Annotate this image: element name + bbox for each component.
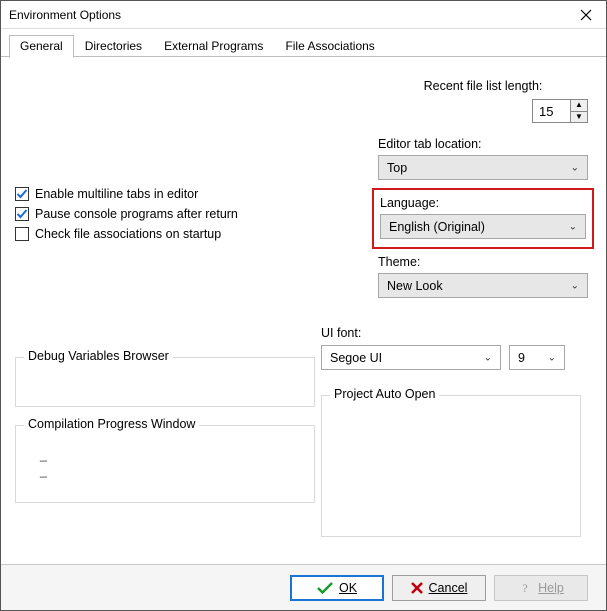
group-auto-legend: Project Auto Open	[330, 387, 439, 401]
title-bar: Environment Options	[1, 1, 606, 29]
spinner-up[interactable]: ▲	[571, 100, 587, 111]
tab-external-programs[interactable]: External Programs	[153, 35, 274, 57]
tab-panel-general: Recent file list length: 15 ▲ ▼ Editor t…	[1, 57, 606, 564]
chevron-down-icon: ⌄	[571, 162, 579, 173]
chevron-down-icon: ⌄	[548, 352, 556, 363]
ok-button[interactable]: OK	[290, 575, 384, 601]
ui-font-family-combo[interactable]: Segoe UI ⌄	[321, 345, 501, 370]
ui-font-family-value: Segoe UI	[330, 351, 382, 365]
left-column: Enable multiline tabs in editor Pause co…	[15, 187, 315, 247]
compile-item-1: _	[40, 448, 304, 462]
cancel-button[interactable]: Cancel	[392, 575, 486, 601]
button-bar: OK Cancel ? Help	[1, 564, 606, 610]
recent-file-spinner[interactable]: 15 ▲ ▼	[532, 99, 588, 123]
check-multiline-label: Enable multiline tabs in editor	[35, 187, 198, 201]
right-column: Recent file list length: 15 ▲ ▼ Editor t…	[378, 79, 588, 308]
check-assoc-box[interactable]	[15, 227, 29, 241]
help-label: Help	[538, 581, 564, 595]
window-title: Environment Options	[9, 8, 566, 22]
help-button[interactable]: ? Help	[494, 575, 588, 601]
chevron-down-icon: ⌄	[571, 280, 579, 291]
tab-strip: General Directories External Programs Fi…	[1, 29, 606, 57]
svg-text:?: ?	[522, 581, 527, 595]
check-multiline-box[interactable]	[15, 187, 29, 201]
chevron-down-icon: ⌄	[484, 352, 492, 363]
spinner-buttons: ▲ ▼	[570, 99, 588, 123]
language-highlight: Language: English (Original) ⌄	[372, 188, 594, 249]
ui-font-row: Segoe UI ⌄ 9 ⌄	[321, 345, 565, 370]
check-assoc-label: Check file associations on startup	[35, 227, 221, 241]
check-icon	[317, 582, 333, 594]
cancel-label: Cancel	[429, 581, 468, 595]
ui-font-size-combo[interactable]: 9 ⌄	[509, 345, 565, 370]
help-icon: ?	[518, 581, 532, 595]
check-pause-row[interactable]: Pause console programs after return	[15, 207, 315, 221]
x-icon	[411, 582, 423, 594]
language-combo[interactable]: English (Original) ⌄	[380, 214, 586, 239]
ui-font-size-value: 9	[518, 351, 525, 365]
tab-directories[interactable]: Directories	[74, 35, 153, 57]
editor-tab-value: Top	[387, 161, 407, 175]
theme-value: New Look	[387, 279, 443, 293]
close-button[interactable]	[566, 2, 606, 28]
language-label: Language:	[380, 196, 586, 210]
recent-file-label: Recent file list length:	[378, 79, 588, 93]
group-auto-open: Project Auto Open	[321, 395, 581, 537]
check-assoc-row[interactable]: Check file associations on startup	[15, 227, 315, 241]
spinner-down[interactable]: ▼	[571, 111, 587, 123]
compile-item-2: _	[40, 464, 304, 478]
tab-general[interactable]: General	[9, 35, 74, 58]
close-icon	[580, 9, 592, 21]
chevron-down-icon: ⌄	[569, 221, 577, 232]
ok-label: OK	[339, 581, 357, 595]
ui-font-label: UI font:	[321, 326, 361, 340]
check-multiline-row[interactable]: Enable multiline tabs in editor	[15, 187, 315, 201]
group-compile-legend: Compilation Progress Window	[24, 417, 199, 431]
group-debug-vars: Debug Variables Browser	[15, 357, 315, 407]
group-compile-progress: Compilation Progress Window _ _	[15, 425, 315, 503]
language-value: English (Original)	[389, 220, 485, 234]
editor-tab-combo[interactable]: Top ⌄	[378, 155, 588, 180]
theme-label: Theme:	[378, 255, 588, 269]
editor-tab-label: Editor tab location:	[378, 137, 588, 151]
check-pause-label: Pause console programs after return	[35, 207, 238, 221]
left-groupboxes: Debug Variables Browser Compilation Prog…	[15, 357, 315, 521]
tab-file-associations[interactable]: File Associations	[274, 35, 385, 57]
group-auto-open-wrap: Project Auto Open	[321, 395, 581, 537]
group-debug-legend: Debug Variables Browser	[24, 349, 173, 363]
theme-combo[interactable]: New Look ⌄	[378, 273, 588, 298]
check-pause-box[interactable]	[15, 207, 29, 221]
recent-file-value[interactable]: 15	[532, 99, 570, 123]
